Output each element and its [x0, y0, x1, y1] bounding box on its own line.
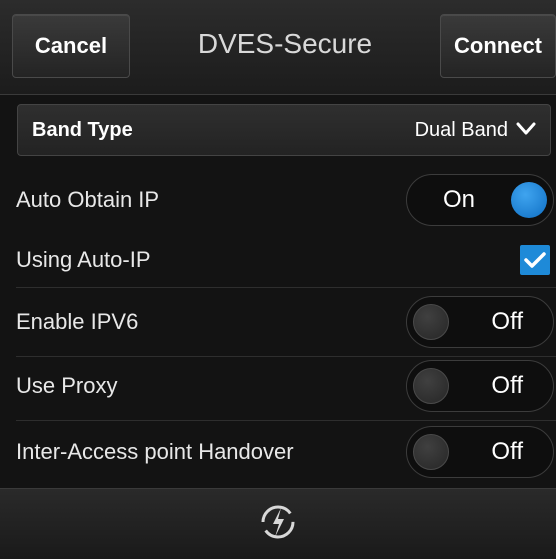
toggle-knob: [511, 182, 547, 218]
toggle-state: Off: [491, 372, 523, 399]
refresh-icon[interactable]: [256, 500, 300, 549]
checkmark-icon: [524, 252, 546, 268]
band-type-dropdown[interactable]: Band Type Dual Band: [17, 104, 551, 156]
page-title: DVES-Secure: [197, 28, 373, 59]
handover-toggle[interactable]: Off: [406, 426, 554, 478]
toggle-knob: [413, 304, 449, 340]
toggle-state: Off: [491, 308, 523, 335]
enable-ipv6-toggle[interactable]: Off: [406, 296, 554, 348]
toggle-knob: [413, 434, 449, 470]
setting-row-auto-obtain-ip: Auto Obtain IP On: [0, 170, 556, 230]
band-type-value: Dual Band: [415, 119, 536, 142]
setting-row-handover: Inter-Access point Handover Off: [0, 422, 556, 482]
setting-row-use-proxy: Use Proxy Off: [0, 356, 556, 416]
bottom-action-bar: [0, 488, 556, 559]
auto-obtain-ip-toggle[interactable]: On: [406, 174, 554, 226]
setting-row-using-auto-ip: Using Auto-IP: [0, 233, 556, 287]
setting-label: Using Auto-IP: [16, 247, 151, 272]
setting-row-enable-ipv6: Enable IPV6 Off: [0, 292, 556, 352]
toggle-state: On: [443, 186, 476, 213]
toggle-state: Off: [491, 438, 523, 465]
title-bar: Cancel DVES-Secure Connect: [0, 0, 556, 95]
using-auto-ip-checkbox[interactable]: [520, 245, 550, 275]
band-type-label: Band Type: [32, 118, 133, 141]
chevron-down-icon: [516, 119, 536, 142]
band-type-selected: Dual Band: [414, 118, 508, 141]
connect-button[interactable]: Connect: [440, 14, 556, 78]
use-proxy-toggle[interactable]: Off: [406, 360, 554, 412]
divider: [16, 420, 556, 421]
cancel-button[interactable]: Cancel: [12, 14, 130, 78]
divider: [16, 287, 556, 288]
toggle-knob: [413, 368, 449, 404]
